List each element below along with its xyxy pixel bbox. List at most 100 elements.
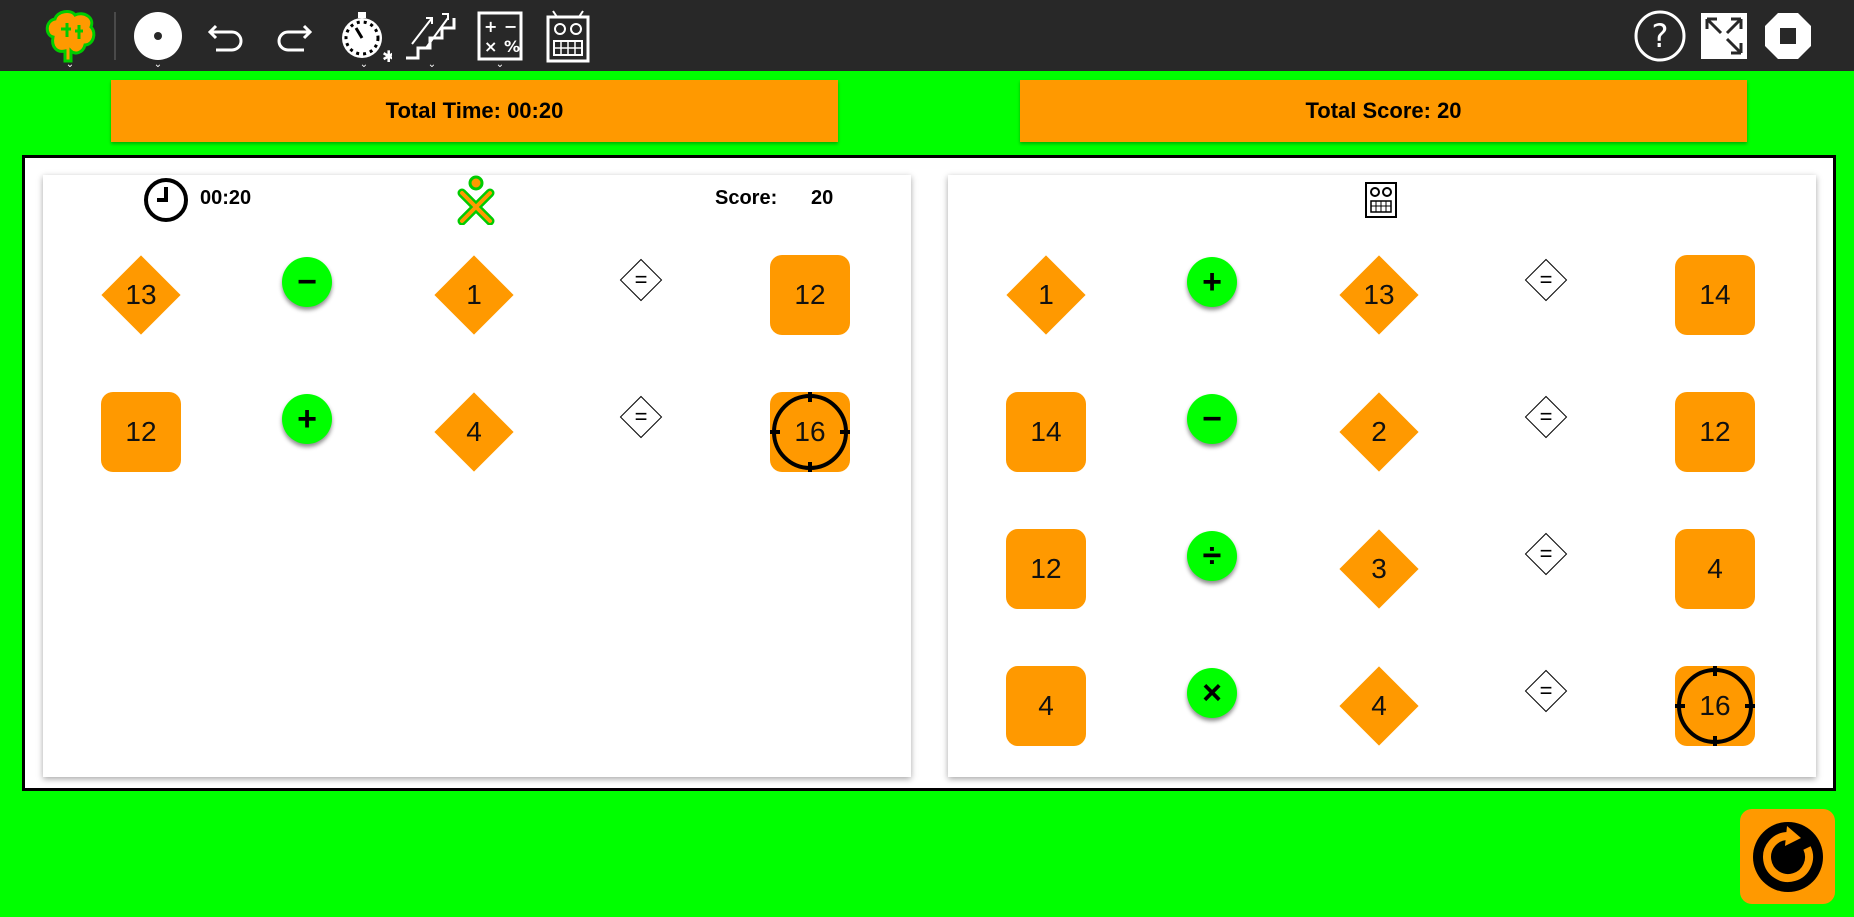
operator-symbol: − bbox=[297, 263, 317, 301]
operand-a-cell[interactable]: 12 bbox=[101, 392, 181, 472]
equals-cell: = bbox=[601, 392, 681, 472]
operand-b-cell[interactable]: 4 bbox=[434, 392, 514, 472]
tile-number: 12 bbox=[1030, 553, 1062, 584]
operand-b-cell[interactable]: 2 bbox=[1339, 392, 1419, 472]
number-tile[interactable]: 12 bbox=[1675, 392, 1755, 472]
redo-icon[interactable] bbox=[264, 6, 324, 66]
equals-cell: = bbox=[1506, 392, 1586, 472]
number-tile[interactable]: 12 bbox=[770, 255, 850, 335]
result-cell[interactable]: 14 bbox=[1675, 255, 1755, 335]
operator-cell[interactable]: + bbox=[267, 392, 347, 472]
calculator-icon[interactable]: + − × % ⌄ bbox=[470, 6, 530, 70]
tile-number: 14 bbox=[1030, 416, 1062, 447]
brain-icon[interactable]: ⌄ bbox=[40, 6, 100, 70]
operator-cell[interactable]: × bbox=[1172, 666, 1252, 746]
equals-sign: = bbox=[1524, 532, 1568, 576]
operator-button[interactable]: + bbox=[1187, 257, 1237, 307]
number-tile[interactable]: 1 bbox=[1006, 255, 1086, 335]
operand-a-cell[interactable]: 1 bbox=[1006, 255, 1086, 335]
robot-icon[interactable] bbox=[538, 6, 598, 66]
operand-b-cell[interactable]: 1 bbox=[434, 255, 514, 335]
stop-icon[interactable] bbox=[1758, 6, 1818, 66]
operator-symbol: ÷ bbox=[1202, 537, 1222, 575]
result-cell[interactable]: 12 bbox=[1675, 392, 1755, 472]
equals-symbol: = bbox=[634, 404, 648, 429]
svg-text:−: − bbox=[504, 17, 517, 36]
number-tile[interactable]: 2 bbox=[1339, 392, 1419, 472]
number-tile[interactable]: 14 bbox=[1006, 392, 1086, 472]
operator-symbol: × bbox=[1202, 674, 1222, 712]
clock-icon bbox=[143, 177, 189, 228]
operator-symbol: + bbox=[297, 400, 317, 438]
number-tile[interactable]: 4 bbox=[434, 392, 514, 472]
result-cell[interactable]: 12 bbox=[770, 255, 850, 335]
operand-a-cell[interactable]: 14 bbox=[1006, 392, 1086, 472]
total-time-banner: Total Time: 00:20 bbox=[111, 80, 838, 142]
operator-button[interactable]: + bbox=[282, 394, 332, 444]
equals-symbol: = bbox=[1539, 267, 1553, 292]
equals-sign: = bbox=[1524, 669, 1568, 713]
number-tile[interactable]: 13 bbox=[1339, 255, 1419, 335]
crosshair-icon bbox=[770, 392, 850, 472]
tile-number: 4 bbox=[1371, 690, 1387, 721]
restart-button[interactable] bbox=[1740, 809, 1835, 904]
operand-a-cell[interactable]: 4 bbox=[1006, 666, 1086, 746]
result-cell[interactable]: 4 bbox=[1675, 529, 1755, 609]
number-tile[interactable]: 13 bbox=[101, 255, 181, 335]
number-tile[interactable]: 1 bbox=[434, 255, 514, 335]
svg-text:?: ? bbox=[1652, 17, 1669, 55]
operator-cell[interactable]: + bbox=[1172, 255, 1252, 335]
tile-number: 3 bbox=[1371, 553, 1387, 584]
number-tile[interactable]: 3 bbox=[1339, 529, 1419, 609]
total-time-text: Total Time: 00:20 bbox=[385, 98, 564, 123]
equals-sign: = bbox=[619, 395, 663, 439]
toolbar-separator bbox=[114, 12, 116, 60]
target-tile[interactable]: 16 bbox=[1675, 666, 1755, 746]
player-score-label: Score: bbox=[715, 187, 778, 209]
stopwatch-icon[interactable]: ✱ ⌄ bbox=[334, 6, 394, 70]
operator-symbol: + bbox=[1202, 263, 1222, 301]
disc-icon[interactable]: ⌄ bbox=[128, 6, 188, 70]
operator-button[interactable]: ÷ bbox=[1187, 531, 1237, 581]
operand-a-cell[interactable]: 12 bbox=[1006, 529, 1086, 609]
tile-number: 13 bbox=[125, 279, 157, 310]
number-tile[interactable]: 4 bbox=[1675, 529, 1755, 609]
number-tile[interactable]: 4 bbox=[1006, 666, 1086, 746]
operator-button[interactable]: × bbox=[1187, 668, 1237, 718]
operator-cell[interactable]: − bbox=[1172, 392, 1252, 472]
tile-number: 13 bbox=[1363, 279, 1395, 310]
target-tile[interactable]: 16 bbox=[770, 392, 850, 472]
tile-number: 14 bbox=[1699, 279, 1731, 310]
player-panel: 00:20 Score: 20 13 − 1 = 12 12 +4 = 16 bbox=[43, 175, 911, 777]
help-icon[interactable]: ? bbox=[1630, 6, 1690, 66]
crosshair-icon bbox=[1675, 666, 1755, 746]
fullscreen-icon[interactable] bbox=[1694, 6, 1754, 66]
number-tile[interactable]: 12 bbox=[101, 392, 181, 472]
operand-b-cell[interactable]: 13 bbox=[1339, 255, 1419, 335]
total-score-text: Total Score: 20 bbox=[1305, 98, 1462, 123]
tile-number: 12 bbox=[125, 416, 157, 447]
operator-button[interactable]: − bbox=[282, 257, 332, 307]
undo-icon[interactable] bbox=[196, 6, 256, 66]
equals-symbol: = bbox=[1539, 678, 1553, 703]
number-tile[interactable]: 4 bbox=[1339, 666, 1419, 746]
operand-a-cell[interactable]: 13 bbox=[101, 255, 181, 335]
operator-cell[interactable]: ÷ bbox=[1172, 529, 1252, 609]
stairs-icon[interactable]: ⌄ bbox=[402, 6, 462, 70]
robot-panel: 1 +13 = 14 14 − 2 = 12 12 ÷ 3 = 4 4 × 4 = 16 bbox=[948, 175, 1816, 777]
equals-symbol: = bbox=[1539, 541, 1553, 566]
number-tile[interactable]: 12 bbox=[1006, 529, 1086, 609]
number-tile[interactable]: 14 bbox=[1675, 255, 1755, 335]
operand-b-cell[interactable]: 4 bbox=[1339, 666, 1419, 746]
operand-b-cell[interactable]: 3 bbox=[1339, 529, 1419, 609]
svg-text:%: % bbox=[504, 37, 520, 56]
equals-symbol: = bbox=[634, 267, 648, 292]
restart-icon bbox=[1752, 821, 1823, 892]
tile-number: 4 bbox=[466, 416, 482, 447]
equals-cell: = bbox=[601, 255, 681, 335]
operator-cell[interactable]: − bbox=[267, 255, 347, 335]
toolbar: ⌄ ⌄ ✱ ⌄ ⌄ + − × % ⌄ ? bbox=[0, 0, 1854, 71]
result-cell[interactable]: 16 bbox=[770, 392, 850, 472]
operator-button[interactable]: − bbox=[1187, 394, 1237, 444]
result-cell[interactable]: 16 bbox=[1675, 666, 1755, 746]
